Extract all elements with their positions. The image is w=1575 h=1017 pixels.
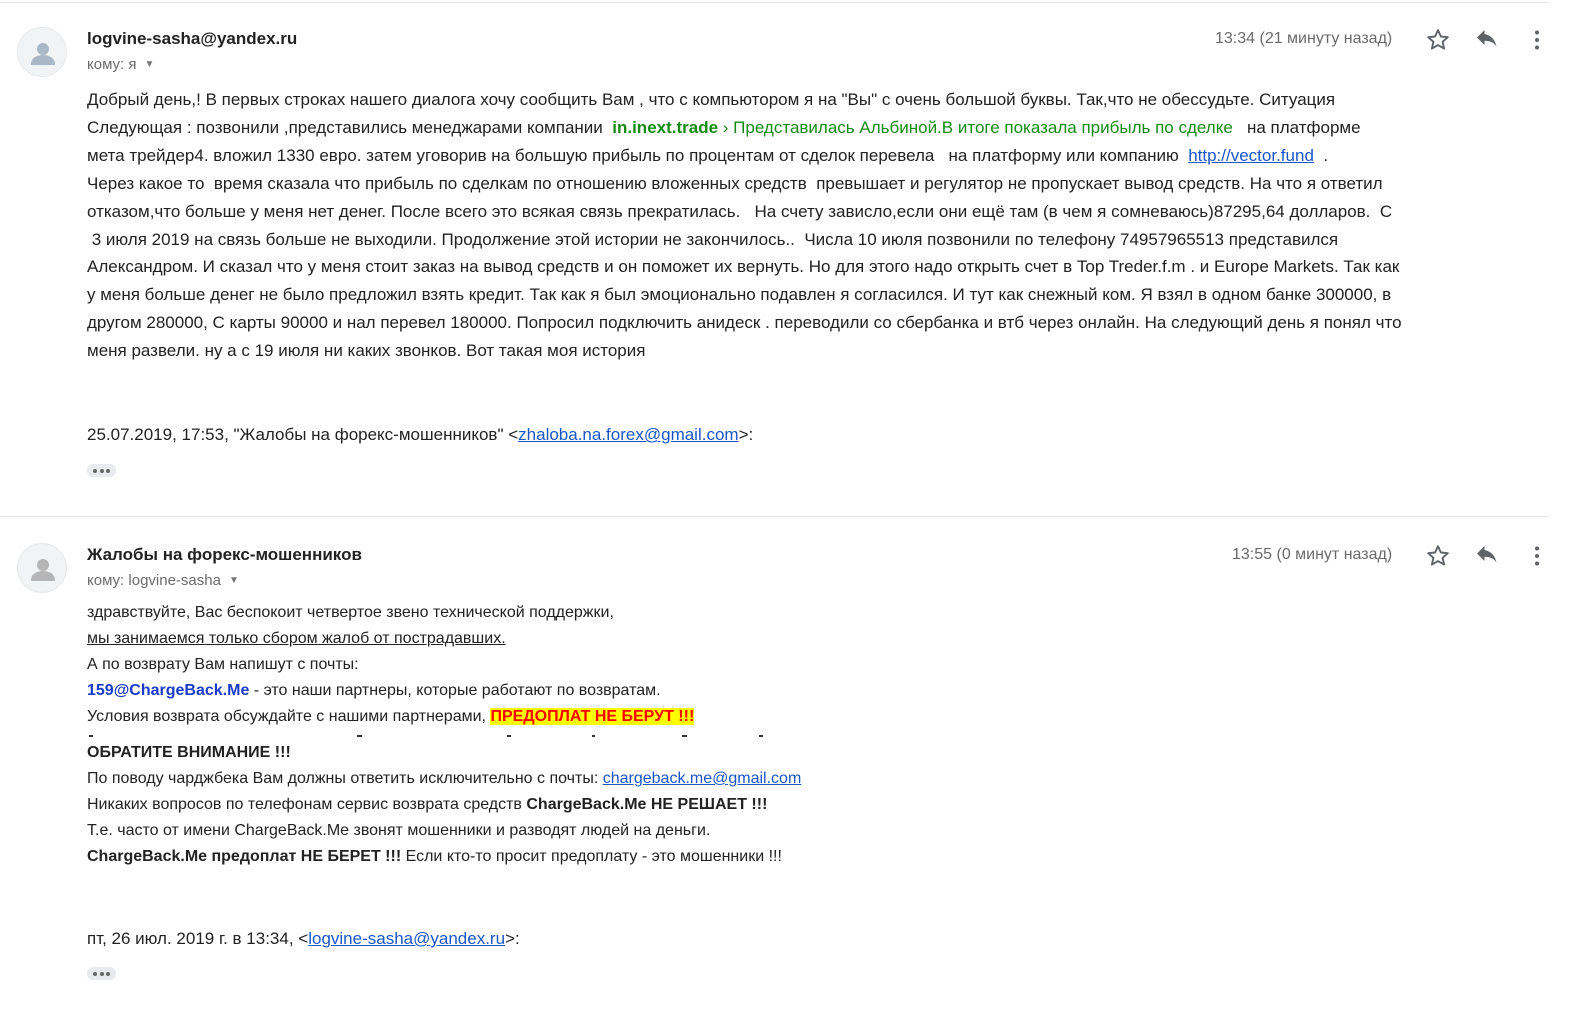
body-line: мета трейдер4. вложил 1330 евро. затем у… — [87, 145, 1189, 165]
body-line: Александром. И сказал что у меня стоит з… — [87, 257, 1400, 277]
star-icon — [1427, 545, 1449, 566]
body-line: на платформе — [1232, 117, 1361, 137]
partner-text: - это наши партнеры, которые работают по… — [249, 682, 661, 699]
sender-name[interactable]: Жалобы на форекс-мошенников — [87, 545, 362, 565]
recipient-label: кому: logvine-sasha — [87, 572, 221, 589]
message-body: Добрый день,! В первых строках нашего ди… — [87, 86, 1547, 365]
reply-icon — [1477, 30, 1497, 47]
attribution-text: пт, 26 июл. 2019 г. в 13:34, < — [87, 929, 309, 948]
person-icon — [31, 559, 55, 581]
bold-text: ChargeBack.Me предоплат НЕ БЕРЕТ !!! — [87, 848, 402, 865]
message-time: 13:34 (21 минуту назад) — [1215, 30, 1393, 47]
attribution-text: 25.07.2019, 17:53, "Жалобы на форекс-мош… — [87, 425, 519, 444]
chargeback-email-link[interactable]: chargeback.me@gmail.com — [603, 770, 802, 787]
more-vert-icon — [1535, 546, 1539, 566]
body-line: отказом,что больше у меня нет денег. Пос… — [87, 201, 1393, 221]
email-message-2: Жалобы на форекс-мошенников кому: logvin… — [0, 516, 1575, 1016]
more-horiz-icon — [93, 971, 98, 976]
underlined-line: мы занимаемся только сбором жалоб от пос… — [87, 630, 506, 647]
sender-avatar[interactable] — [17, 27, 67, 77]
more-vert-icon — [1535, 30, 1539, 50]
body-line: меня развели. ну а с 19 июля ни каких зв… — [87, 341, 646, 361]
reply-button[interactable] — [1473, 542, 1501, 570]
body-line: Добрый день,! В первых строках нашего ди… — [87, 90, 1336, 109]
quoted-email-link[interactable]: zhaloba.na.forex@gmail.com — [518, 425, 738, 444]
reply-button[interactable] — [1473, 26, 1501, 54]
email-message-1: logvine-sasha@yandex.ru кому: я ▼ 13:34 (… — [0, 0, 1575, 516]
message-time: 13:55 (0 минут назад) — [1232, 546, 1393, 563]
body-line: ChargeBack.Me предоплат НЕ БЕРЕТ !!! Есл… — [87, 844, 1287, 870]
body-line: Т.е. часто от имени ChargeBack.Me звонят… — [87, 822, 711, 839]
body-line: Через какое то время сказала что прибыль… — [87, 173, 1383, 193]
body-line: Условия возврата обсуждайте с нашими пар… — [87, 704, 1287, 730]
partner-email: 159@ChargeBack.Me — [87, 682, 250, 699]
body-line: у меня больше денег не было предложил вз… — [87, 285, 1392, 305]
reply-icon — [1477, 546, 1497, 563]
attribution-suffix: >: — [505, 929, 520, 948]
message-body: здравствуйте, Вас беспокоит четвертое зв… — [87, 600, 1287, 870]
green-text: › Представилась Альбиной.В итоге показал… — [718, 117, 1233, 137]
body-line: здравствуйте, Вас беспокоит четвертое зв… — [87, 604, 614, 621]
quoted-attribution: 25.07.2019, 17:53, "Жалобы на форекс-мош… — [87, 424, 753, 446]
show-trimmed-content-button[interactable] — [87, 464, 116, 477]
more-horiz-icon — [93, 468, 98, 473]
scam-warning-text: Если кто-то просит предоплату - это моше… — [401, 848, 782, 865]
highlighted-warning: ПРЕДОПЛАТ НЕ БЕРУТ !!! — [490, 708, 695, 725]
body-line: 3 июля 2019 на связь больше не выходили.… — [87, 229, 1339, 249]
sender-name[interactable]: logvine-sasha@yandex.ru — [87, 29, 297, 49]
more-options-button[interactable] — [1523, 542, 1551, 570]
more-options-button[interactable] — [1523, 26, 1551, 54]
show-trimmed-content-button[interactable] — [87, 967, 116, 980]
sender-avatar[interactable] — [17, 543, 67, 593]
recipient-line[interactable]: кому: logvine-sasha ▼ — [87, 572, 239, 589]
phone-text: Никаких вопросов по телефонам сервис воз… — [87, 796, 527, 813]
quoted-attribution: пт, 26 июл. 2019 г. в 13:34, <logvine-sa… — [87, 928, 520, 950]
bold-text: ChargeBack.Me НЕ РЕШАЕТ !!! — [526, 796, 768, 813]
body-line: 159@ChargeBack.Me - это наши партнеры, к… — [87, 678, 1287, 704]
star-button[interactable] — [1424, 26, 1452, 54]
vector-fund-link[interactable]: http://vector.fund — [1188, 146, 1314, 165]
body-line: По поводу чарджбека Вам должны ответить … — [87, 766, 1287, 792]
chargeback-text: По поводу чарджбека Вам должны ответить … — [87, 770, 603, 787]
conditions-text: Условия возврата обсуждайте с нашими пар… — [87, 708, 491, 725]
attribution-suffix: >: — [738, 425, 754, 444]
star-button[interactable] — [1424, 542, 1452, 570]
caret-down-icon[interactable]: ▼ — [229, 575, 239, 586]
person-icon — [31, 43, 55, 65]
clipped-text-line — [87, 730, 1287, 738]
body-line: . — [1313, 145, 1329, 165]
recipient-label: кому: я — [87, 56, 137, 73]
body-line: Никаких вопросов по телефонам сервис воз… — [87, 792, 1287, 818]
body-line: Следующая : позвонили ,представились мен… — [87, 117, 608, 137]
caret-down-icon[interactable]: ▼ — [145, 59, 155, 70]
body-line: другом 280000, С карты 90000 и нал перев… — [87, 313, 1402, 333]
body-line: А по возврату Вам напишут с почты: — [87, 656, 359, 673]
quoted-email-link[interactable]: logvine-sasha@yandex.ru — [308, 929, 505, 948]
green-quoted-text: in.inext.trade › Представилась Альбиной.… — [608, 118, 1233, 137]
attention-heading: ОБРАТИТЕ ВНИМАНИЕ !!! — [87, 744, 291, 761]
star-icon — [1427, 29, 1449, 50]
company-link-text: in.inext.trade — [612, 117, 719, 137]
recipient-line[interactable]: кому: я ▼ — [87, 56, 154, 73]
